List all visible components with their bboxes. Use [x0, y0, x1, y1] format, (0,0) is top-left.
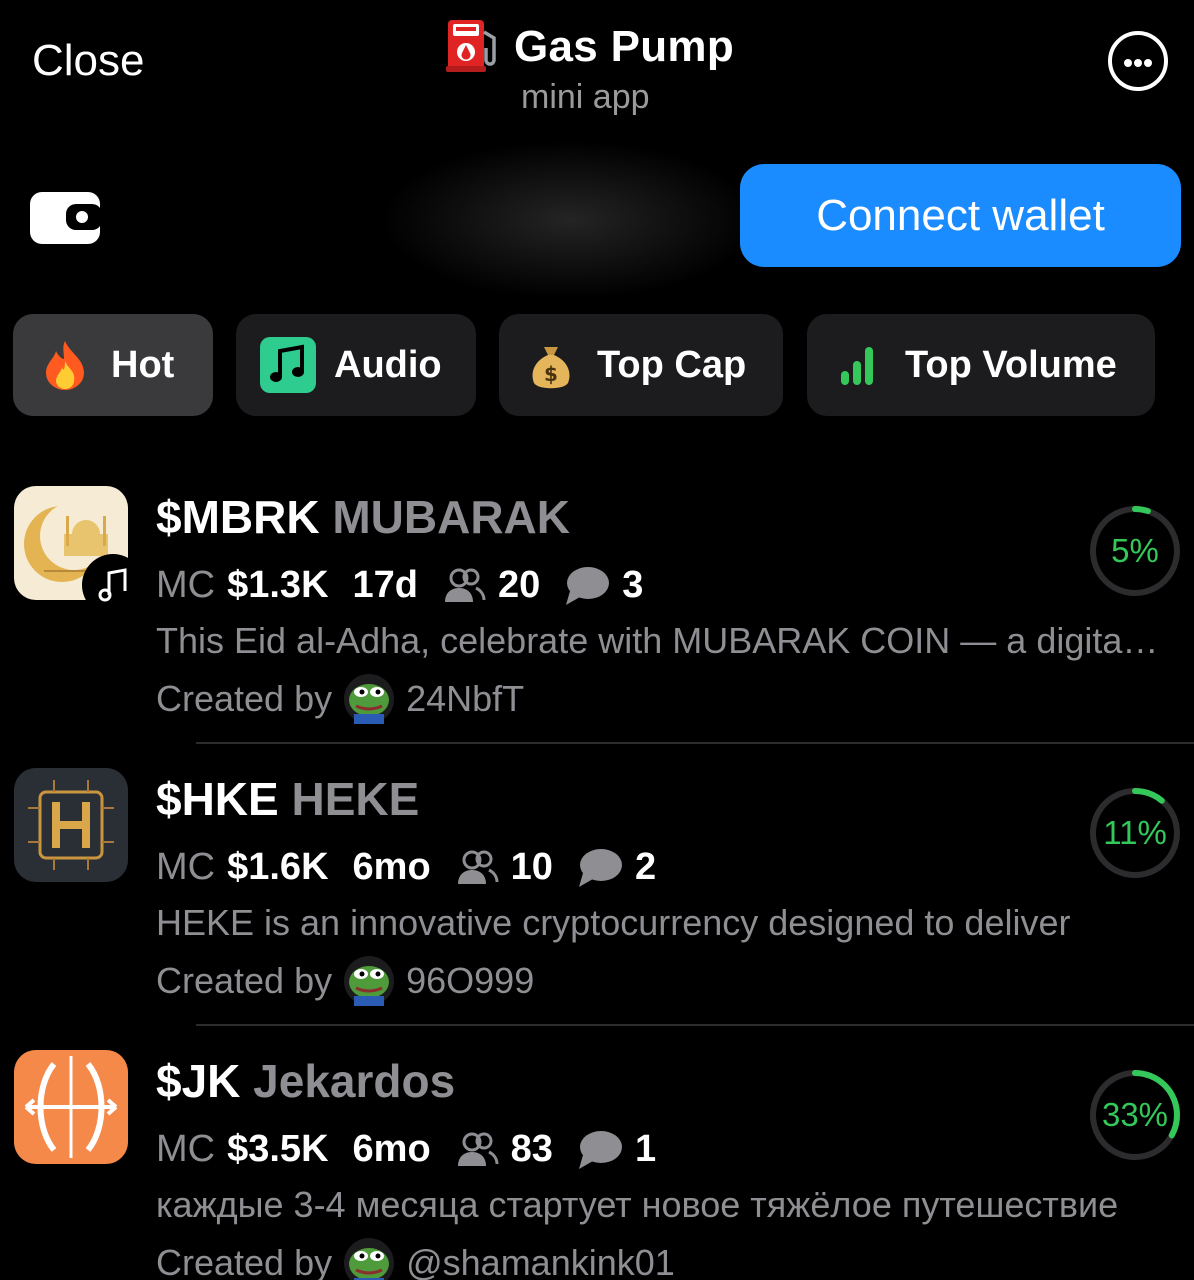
tab-audio[interactable]: Audio — [236, 314, 476, 416]
token-description: HEKE is an innovative cryptocurrency des… — [156, 902, 1071, 943]
comments-count: 2 — [634, 846, 657, 888]
wallet-icon[interactable] — [30, 188, 102, 244]
progress-label: 11% — [1103, 814, 1167, 851]
holders-count: 83 — [510, 1128, 553, 1170]
top-bar: Close Gas Pump mini app — [0, 0, 1194, 130]
token-stats: MC $3.5K 6mo 83 1 — [156, 1128, 656, 1171]
creator-name: @shamankink01 — [406, 1242, 675, 1280]
comments-icon — [577, 847, 623, 889]
market-cap-label: MC — [156, 564, 216, 606]
comments-icon — [564, 565, 610, 607]
creator-avatar — [344, 1238, 395, 1280]
token-creator: Created by 24NbfT — [156, 674, 524, 724]
tab-label: Top Cap — [597, 343, 747, 386]
token-stats: MC $1.3K 17d 20 3 — [156, 564, 643, 607]
holders-icon — [442, 566, 486, 606]
token-row[interactable]: $MBRK MUBARAK MC $1.3K 17d 20 3 This Eid… — [0, 486, 1194, 768]
creator-name: 24NbfT — [406, 678, 525, 719]
progress-label: 33% — [1101, 1096, 1169, 1133]
token-avatar — [14, 768, 128, 882]
token-title: $MBRK MUBARAK — [156, 490, 570, 544]
connect-wallet-button[interactable]: Connect wallet — [740, 164, 1181, 267]
svg-text:$: $ — [544, 362, 558, 386]
token-description: каждые 3-4 месяца стартует новое тяжёлое… — [156, 1184, 1119, 1225]
token-title: $HKE HEKE — [156, 772, 419, 826]
music-icon — [260, 337, 316, 393]
token-ticker: $JK — [156, 1055, 241, 1107]
token-age: 17d — [352, 564, 418, 606]
app-title: Gas Pump — [514, 22, 735, 71]
holders-icon — [455, 848, 499, 888]
creator-avatar — [344, 674, 395, 724]
created-by-label: Created by — [156, 1242, 333, 1280]
comments-count: 1 — [634, 1128, 657, 1170]
token-row[interactable]: $JK Jekardos MC $3.5K 6mo 83 1 каждые 3-… — [0, 1050, 1194, 1280]
holders-count: 20 — [498, 564, 541, 606]
market-cap-value: $1.6K — [227, 846, 329, 888]
holders-count: 10 — [510, 846, 553, 888]
token-stats: MC $1.6K 6mo 10 2 — [156, 846, 656, 889]
creator-name: 96O999 — [406, 960, 535, 1001]
created-by-label: Created by — [156, 960, 333, 1001]
token-row[interactable]: $HKE HEKE MC $1.6K 6mo 10 2 HEKE is an i… — [0, 768, 1194, 1050]
token-description: This Eid al-Adha, celebrate with MUBARAK… — [156, 620, 1166, 661]
market-cap-label: MC — [156, 1128, 216, 1170]
tab-top-cap[interactable]: $ Top Cap — [499, 314, 783, 416]
audio-badge-icon — [82, 554, 144, 616]
holders-icon — [455, 1130, 499, 1170]
category-tabs: Hot Audio $ Top Cap Top Volume — [0, 314, 1194, 416]
app-title-block: Gas Pump mini app — [446, 10, 766, 120]
row-divider — [196, 1024, 1194, 1026]
token-name: HEKE — [291, 773, 420, 825]
token-age: 6mo — [352, 846, 431, 888]
app-subtitle: mini app — [521, 78, 650, 116]
comments-icon — [577, 1129, 623, 1171]
tab-label: Top Volume — [905, 343, 1117, 386]
bar-chart-icon — [831, 337, 887, 393]
market-cap-value: $1.3K — [227, 564, 329, 606]
token-creator: Created by 96O999 — [156, 956, 534, 1006]
creator-avatar — [344, 956, 395, 1006]
more-options-icon[interactable] — [1108, 31, 1168, 91]
row-divider — [196, 742, 1194, 744]
comments-count: 3 — [622, 564, 644, 606]
token-creator: Created by @shamankink01 — [156, 1238, 675, 1280]
token-name: MUBARAK — [332, 491, 570, 543]
close-button[interactable]: Close — [32, 36, 145, 86]
market-cap-value: $3.5K — [227, 1128, 329, 1170]
tab-top-volume[interactable]: Top Volume — [807, 314, 1155, 416]
token-avatar — [14, 1050, 128, 1164]
progress-label: 5% — [1111, 532, 1159, 569]
tab-label: Hot — [111, 343, 175, 386]
token-age: 6mo — [352, 1128, 431, 1170]
background-glow — [380, 140, 760, 300]
tab-hot[interactable]: Hot — [13, 314, 213, 416]
fuel-pump-icon — [446, 20, 496, 72]
token-title: $JK Jekardos — [156, 1054, 455, 1108]
token-ticker: $HKE — [156, 773, 279, 825]
market-cap-label: MC — [156, 846, 216, 888]
token-ticker: $MBRK — [156, 491, 320, 543]
fire-icon — [37, 337, 93, 393]
token-name: Jekardos — [253, 1055, 456, 1107]
created-by-label: Created by — [156, 678, 333, 719]
money-bag-icon: $ — [523, 337, 579, 393]
tab-label: Audio — [334, 343, 442, 386]
